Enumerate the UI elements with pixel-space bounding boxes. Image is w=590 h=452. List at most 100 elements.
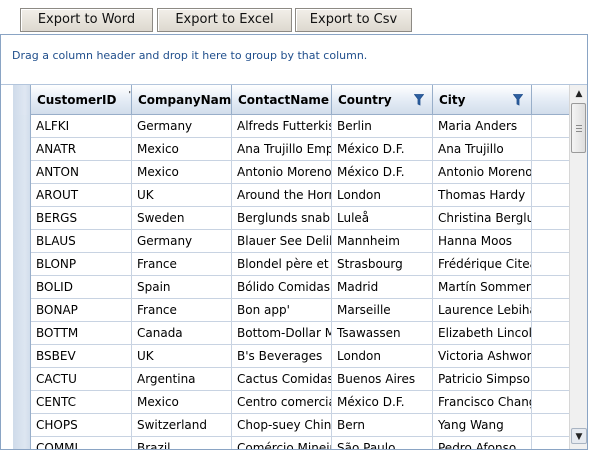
table-row[interactable]: CENTCMexicoCentro comercial MoctezumaMéx… [1, 391, 569, 414]
table-cell[interactable]: Strasbourg [332, 253, 433, 275]
table-cell[interactable]: Victoria Ashworth [433, 345, 532, 367]
table-cell[interactable]: COMMI [31, 437, 132, 449]
table-cell[interactable]: Pedro Afonso [433, 437, 532, 449]
table-cell[interactable]: São Paulo [332, 437, 433, 449]
table-row[interactable]: BONAP France Bon app' Marseille Laurence Leb… [1, 299, 569, 322]
table-cell[interactable]: BOTTM [31, 322, 132, 344]
table-cell[interactable]: Hanna Moos [433, 230, 532, 252]
row-indicator[interactable] [1, 299, 31, 322]
row-indicator[interactable] [1, 230, 31, 253]
table-cell[interactable]: Marseille [332, 299, 433, 321]
table-cell[interactable]: Blondel père et fils [232, 253, 332, 275]
table-row[interactable]: ANATRMexicoAna Trujillo Emparedados y he… [1, 138, 569, 161]
table-cell[interactable]: Antonio Moreno [433, 161, 532, 183]
table-cell[interactable]: Thomas Hardy [433, 184, 532, 206]
table-cell[interactable]: México D.F. [332, 161, 433, 183]
table-cell[interactable]: B's Beverages [232, 345, 332, 367]
table-cell[interactable]: Blauer See Delikatessen [232, 230, 332, 252]
table-cell[interactable]: Bern [332, 414, 433, 436]
table-row[interactable]: CHOPSSwitzerlandChop-suey ChineseBernYan… [1, 414, 569, 437]
table-cell[interactable]: Christina Berglund [433, 207, 532, 229]
row-indicator[interactable] [1, 414, 31, 437]
table-cell[interactable]: Tsawassen [332, 322, 433, 344]
table-row[interactable]: BSBEV UK B's Beverages London Victoria Ashwo… [1, 345, 569, 368]
row-indicator[interactable] [1, 391, 31, 414]
table-cell[interactable]: Spain [132, 276, 232, 298]
column-header-country[interactable]: Country [332, 85, 433, 115]
table-cell[interactable]: Canada [132, 322, 232, 344]
table-cell[interactable]: Centro comercial Moctezuma [232, 391, 332, 413]
table-cell[interactable]: Yang Wang [433, 414, 532, 436]
column-header-companyname[interactable]: CompanyName [132, 85, 232, 115]
table-row[interactable]: BERGSSwedenBerglunds snabbköpLuleåChrist… [1, 207, 569, 230]
table-cell[interactable]: Patricio Simpson [433, 368, 532, 390]
table-cell[interactable]: BLAUS [31, 230, 132, 252]
table-cell[interactable]: Mexico [132, 138, 232, 160]
table-cell[interactable]: Francisco Chang [433, 391, 532, 413]
row-indicator[interactable] [1, 207, 31, 230]
table-row[interactable]: BOTTMCanadaBottom-Dollar MarketsTsawasse… [1, 322, 569, 345]
table-cell[interactable]: Alfreds Futterkiste [232, 115, 332, 137]
row-indicator[interactable] [1, 345, 31, 368]
table-cell[interactable]: BOLID [31, 276, 132, 298]
table-cell[interactable]: Ana Trujillo [433, 138, 532, 160]
column-header-contactname[interactable]: ContactName [232, 85, 332, 115]
arrow-down-icon[interactable]: ▼ [571, 428, 587, 444]
table-cell[interactable]: Martín Sommer [433, 276, 532, 298]
table-row[interactable]: COMMI Brazil Comércio Mineiro São Paulo Pedr… [1, 437, 569, 449]
table-cell[interactable]: Comércio Mineiro [232, 437, 332, 449]
table-row[interactable]: ANTONMexicoAntonio Moreno TaqueríaMéxico… [1, 161, 569, 184]
table-cell[interactable]: Antonio Moreno Taquería [232, 161, 332, 183]
table-cell[interactable]: México D.F. [332, 138, 433, 160]
row-indicator[interactable] [1, 368, 31, 391]
table-row[interactable]: ALFKIGermanyAlfreds FutterkisteBerlinMar… [1, 115, 569, 138]
table-cell[interactable]: Ana Trujillo Emparedados y helados [232, 138, 332, 160]
table-cell[interactable]: Bon app' [232, 299, 332, 321]
arrow-up-icon[interactable]: ▲ [571, 86, 587, 102]
table-cell[interactable]: France [132, 253, 232, 275]
table-cell[interactable]: Madrid [332, 276, 433, 298]
table-cell[interactable]: London [332, 345, 433, 367]
column-header-city[interactable]: City [433, 85, 532, 115]
table-cell[interactable]: CHOPS [31, 414, 132, 436]
column-header-customerid[interactable]: CustomerID ' [31, 85, 132, 115]
filter-funnel-icon[interactable] [513, 94, 523, 106]
table-cell[interactable]: Germany [132, 230, 232, 252]
table-cell[interactable]: CENTC [31, 391, 132, 413]
table-cell[interactable]: BONAP [31, 299, 132, 321]
table-cell[interactable]: Bólido Comidas preparadas [232, 276, 332, 298]
table-row[interactable]: BLONPFranceBlondel père et filsStrasbour… [1, 253, 569, 276]
row-indicator[interactable] [1, 253, 31, 276]
table-cell[interactable]: Germany [132, 115, 232, 137]
row-indicator[interactable] [1, 322, 31, 345]
table-cell[interactable]: Around the Horn [232, 184, 332, 206]
row-indicator[interactable] [1, 184, 31, 207]
export-to-csv-button[interactable]: Export to Csv [295, 8, 412, 32]
row-indicator[interactable] [1, 437, 31, 449]
table-cell[interactable]: Cactus Comidas para llevar [232, 368, 332, 390]
table-cell[interactable]: Maria Anders [433, 115, 532, 137]
table-cell[interactable]: BSBEV [31, 345, 132, 367]
table-cell[interactable]: Frédérique Citeaux [433, 253, 532, 275]
table-cell[interactable]: Chop-suey Chinese [232, 414, 332, 436]
table-row[interactable]: BLAUSGermanyBlauer See DelikatessenMannh… [1, 230, 569, 253]
table-cell[interactable]: Berglunds snabbköp [232, 207, 332, 229]
table-cell[interactable]: UK [132, 184, 232, 206]
table-cell[interactable]: BERGS [31, 207, 132, 229]
group-by-panel[interactable]: Drag a column header and drop it here to… [1, 35, 587, 85]
row-indicator[interactable] [1, 276, 31, 299]
table-row[interactable]: BOLIDSpainBólido Comidas preparadasMadri… [1, 276, 569, 299]
table-cell[interactable]: France [132, 299, 232, 321]
table-cell[interactable]: CACTU [31, 368, 132, 390]
table-cell[interactable]: Argentina [132, 368, 232, 390]
row-indicator[interactable] [1, 161, 31, 184]
table-cell[interactable]: ANATR [31, 138, 132, 160]
table-cell[interactable]: London [332, 184, 433, 206]
filter-funnel-icon[interactable] [414, 94, 424, 106]
table-cell[interactable]: UK [132, 345, 232, 367]
table-cell[interactable]: Laurence Lebihan [433, 299, 532, 321]
table-cell[interactable]: Mexico [132, 391, 232, 413]
table-cell[interactable]: ANTON [31, 161, 132, 183]
table-cell[interactable]: AROUT [31, 184, 132, 206]
table-cell[interactable]: Switzerland [132, 414, 232, 436]
